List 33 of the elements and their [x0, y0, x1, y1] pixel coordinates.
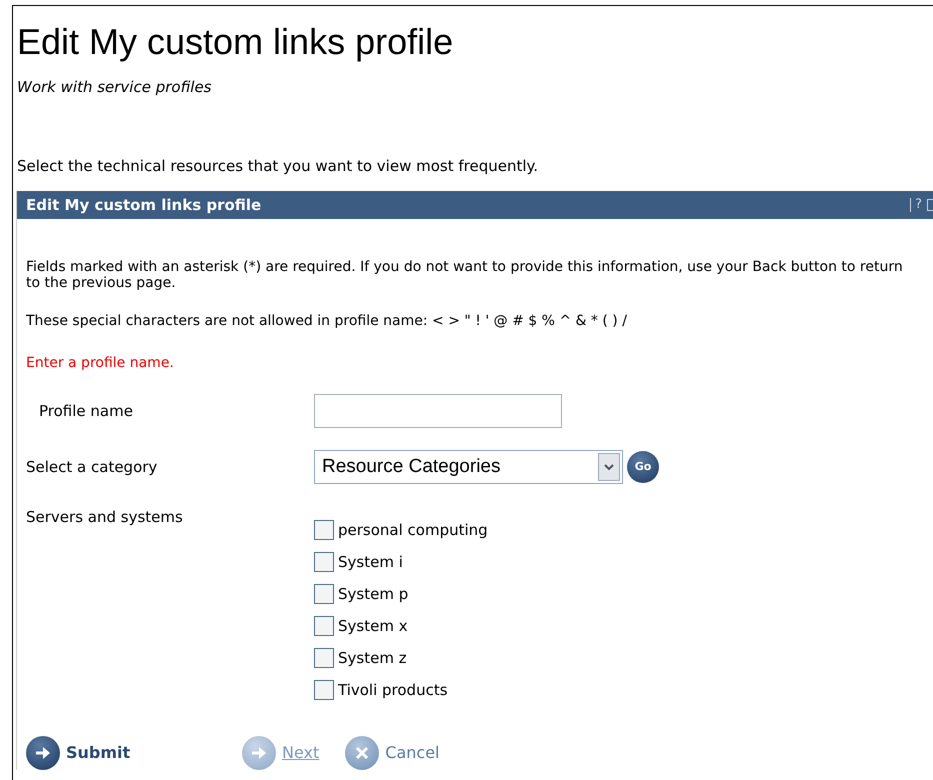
checkbox-label: Tivoli products: [338, 680, 448, 701]
checkbox-label: System i: [338, 552, 403, 573]
help-link[interactable]: ?: [910, 198, 926, 212]
close-icon: [345, 736, 380, 770]
input-field[interactable]: [314, 394, 562, 428]
field-label: Servers and systems: [26, 508, 183, 526]
instruction-text: Fields marked with an asterisk (*) are required. If you do not want to provide this information, use your Back button to return to the previous page.: [26, 259, 903, 291]
checkbox-label: personal computing: [338, 520, 488, 541]
checkbox[interactable]: [314, 520, 334, 540]
checkbox-label: System z: [338, 648, 407, 669]
checkbox-label: System x: [338, 616, 408, 637]
submit-button[interactable]: Submit: [66, 741, 130, 765]
checkbox[interactable]: [314, 648, 334, 668]
arrow-right-icon: [242, 736, 276, 770]
field-label: Profile name: [39, 402, 133, 420]
checkbox-label: System p: [338, 584, 408, 605]
checkbox[interactable]: [314, 680, 334, 700]
category-dropdown[interactable]: Resource Categories: [314, 450, 623, 484]
field-label: Select a category: [26, 458, 158, 476]
checkbox[interactable]: [314, 552, 334, 572]
go-button[interactable]: Go: [627, 451, 659, 483]
error-message: Enter a profile name.: [26, 354, 174, 373]
page-title: Edit My custom links profile: [17, 22, 454, 62]
cancel-link[interactable]: Cancel: [385, 741, 440, 765]
intro-text: Select the technical resources that you want to view most frequently.: [17, 156, 538, 177]
checkbox[interactable]: [314, 584, 334, 604]
arrow-right-icon: [26, 736, 60, 770]
instruction-text: These special characters are not allowed in profile name: < > " ! ' @ # $ % ^ & * ( ) /: [26, 313, 628, 329]
page-subtitle: Work with service profiles: [17, 77, 212, 98]
chevron-down-icon: [598, 453, 620, 481]
window-icon[interactable]: [927, 199, 933, 211]
checkbox[interactable]: [314, 616, 334, 636]
panel-title: Edit My custom links profile: [26, 194, 262, 216]
